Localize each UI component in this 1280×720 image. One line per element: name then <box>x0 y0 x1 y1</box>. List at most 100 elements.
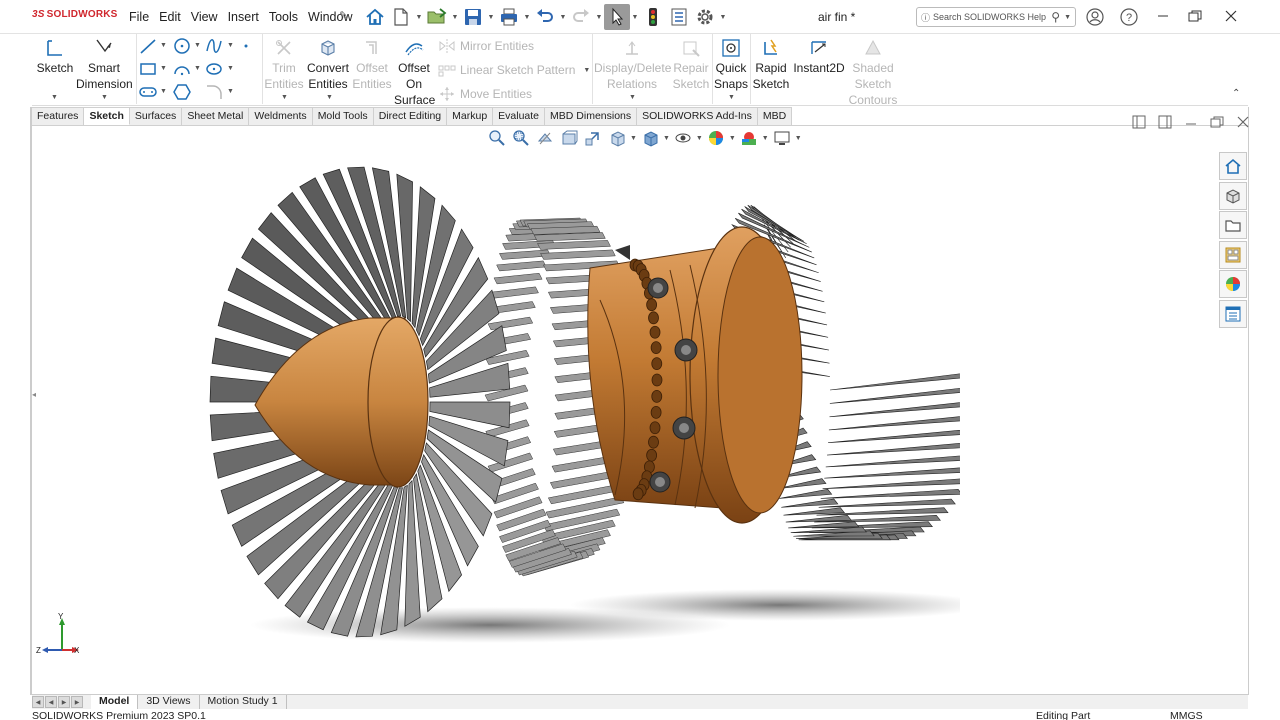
collapse-ribbon-icon[interactable]: ⌃ <box>1232 88 1240 99</box>
arc-icon[interactable] <box>172 59 192 79</box>
menu-edit[interactable]: Edit <box>154 10 186 24</box>
pin-menu-icon[interactable]: ✎ <box>339 9 348 22</box>
tab-markup[interactable]: Markup <box>447 107 494 125</box>
tab-evaluate[interactable]: Evaluate <box>493 107 546 125</box>
chevron-down-icon[interactable]: ▼ <box>160 42 167 49</box>
chevron-down-icon[interactable]: ▼ <box>795 135 802 142</box>
previous-view-icon[interactable] <box>534 128 556 148</box>
spline-icon[interactable] <box>204 36 224 56</box>
chevron-down-icon[interactable]: ▼ <box>326 94 333 101</box>
sketch-fillet-icon[interactable] <box>204 82 224 102</box>
restore-document-icon[interactable] <box>1206 113 1228 131</box>
offset-entities-button[interactable]: Offset Entities <box>352 36 392 92</box>
view-settings-icon[interactable] <box>771 128 793 148</box>
chevron-down-icon[interactable]: ▼ <box>729 135 736 142</box>
chevron-down-icon[interactable]: ▼ <box>663 135 670 142</box>
apply-scene-icon[interactable] <box>738 128 760 148</box>
search-icon[interactable]: ⚲ <box>1051 10 1060 24</box>
quick-snaps-button[interactable]: Quick Snaps <box>714 36 748 92</box>
chevron-down-icon[interactable]: ▼ <box>160 88 167 95</box>
chevron-down-icon[interactable]: ▼ <box>629 94 636 101</box>
chevron-down-icon[interactable]: ▼ <box>630 14 640 21</box>
tab-sketch[interactable]: Sketch <box>84 107 130 125</box>
chevron-down-icon[interactable]: ▼ <box>728 94 735 101</box>
options-gear-icon[interactable] <box>692 4 718 30</box>
first-tab-icon[interactable]: ◀ <box>32 696 44 708</box>
chevron-down-icon[interactable]: ▼ <box>227 42 234 49</box>
slot-icon[interactable] <box>138 82 158 102</box>
chevron-down-icon[interactable]: ▼ <box>227 88 234 95</box>
chevron-down-icon[interactable]: ▼ <box>194 42 201 49</box>
rectangle-icon[interactable] <box>138 59 158 79</box>
chevron-down-icon[interactable]: ▼ <box>51 94 58 101</box>
last-tab-icon[interactable]: ▶ <box>71 696 83 708</box>
tile-left-icon[interactable] <box>1128 113 1150 131</box>
display-delete-relations-button[interactable]: Display/Delete Relations <box>594 36 671 92</box>
convert-entities-button[interactable]: Convert Entities <box>306 36 350 92</box>
tab-solidworks-add-ins[interactable]: SOLIDWORKS Add-Ins <box>637 107 758 125</box>
chevron-down-icon[interactable]: ▼ <box>522 14 532 21</box>
smart-dimension-button[interactable]: Smart Dimension <box>76 36 133 92</box>
previous-tab-icon[interactable]: ◀ <box>45 696 57 708</box>
solidworks-resources-icon[interactable] <box>1219 152 1247 180</box>
zoom-to-fit-icon[interactable] <box>486 128 508 148</box>
menu-tools[interactable]: Tools <box>264 10 303 24</box>
search-input[interactable]: ⓘ Search SOLIDWORKS Help ⚲ ▼ <box>916 7 1076 27</box>
chevron-down-icon[interactable]: ▼ <box>594 14 604 21</box>
tab-direct-editing[interactable]: Direct Editing <box>373 107 448 125</box>
chevron-down-icon[interactable]: ▼ <box>1064 14 1071 21</box>
close-window-icon[interactable] <box>1218 6 1244 26</box>
chevron-down-icon[interactable]: ▼ <box>718 14 728 21</box>
section-view-icon[interactable] <box>558 128 580 148</box>
instant2d-button[interactable]: Instant2D <box>792 36 846 76</box>
sketch-point-icon[interactable] <box>236 36 256 56</box>
menu-file[interactable]: File <box>124 10 154 24</box>
shaded-sketch-contours-button[interactable]: Shaded Sketch Contours <box>848 36 898 108</box>
home-icon[interactable] <box>362 4 388 30</box>
chevron-down-icon[interactable]: ▼ <box>450 14 460 21</box>
chevron-down-icon[interactable]: ▼ <box>558 14 568 21</box>
tab-motion-study-1[interactable]: Motion Study 1 <box>200 695 287 709</box>
chevron-down-icon[interactable]: ▼ <box>281 94 288 101</box>
view-palette-icon[interactable] <box>1219 240 1247 269</box>
print-icon[interactable] <box>496 4 522 30</box>
circle-icon[interactable] <box>172 36 192 56</box>
tab-surfaces[interactable]: Surfaces <box>129 107 183 125</box>
tab-mold-tools[interactable]: Mold Tools <box>312 107 374 125</box>
polygon-icon[interactable] <box>172 82 192 102</box>
redo-icon[interactable] <box>568 4 594 30</box>
file-properties-icon[interactable] <box>666 4 692 30</box>
chevron-down-icon[interactable]: ▼ <box>194 65 201 72</box>
hide-show-items-icon[interactable] <box>672 128 694 148</box>
tab-3d-views[interactable]: 3D Views <box>138 695 200 709</box>
chevron-down-icon[interactable]: ▼ <box>227 65 234 72</box>
zoom-to-area-icon[interactable] <box>510 128 532 148</box>
offset-on-surface-button[interactable]: Offset On Surface <box>394 36 435 108</box>
ellipse-icon[interactable] <box>204 59 224 79</box>
trim-entities-button[interactable]: Trim Entities <box>264 36 304 92</box>
chevron-down-icon[interactable]: ▼ <box>160 65 167 72</box>
file-explorer-icon[interactable] <box>1219 211 1247 239</box>
undo-icon[interactable] <box>532 4 558 30</box>
linear-sketch-pattern-button[interactable]: Linear Sketch Pattern ▼ <box>438 62 590 78</box>
turbofan-engine-model[interactable] <box>160 150 960 650</box>
move-entities-button[interactable]: Move Entities <box>438 86 532 102</box>
chevron-down-icon[interactable]: ▼ <box>696 135 703 142</box>
panel-expand-handle[interactable]: ◂ <box>32 390 38 414</box>
close-document-icon[interactable] <box>1232 113 1254 131</box>
tile-right-icon[interactable] <box>1154 113 1176 131</box>
menu-insert[interactable]: Insert <box>223 10 264 24</box>
minimize-document-icon[interactable] <box>1180 113 1202 131</box>
next-tab-icon[interactable]: ▶ <box>58 696 70 708</box>
chevron-down-icon[interactable]: ▼ <box>414 14 424 21</box>
restore-window-icon[interactable] <box>1182 6 1208 26</box>
minimize-window-icon[interactable] <box>1150 6 1176 26</box>
dynamic-annotation-views-icon[interactable] <box>582 128 604 148</box>
help-icon[interactable]: ? <box>1120 8 1138 29</box>
tab-weldments[interactable]: Weldments <box>249 107 313 125</box>
repair-sketch-button[interactable]: Repair Sketch <box>672 36 710 92</box>
tab-features[interactable]: Features <box>32 107 85 125</box>
chevron-down-icon[interactable]: ▼ <box>486 14 496 21</box>
tab-mbd-dimensions[interactable]: MBD Dimensions <box>545 107 638 125</box>
display-style-icon[interactable] <box>639 128 661 148</box>
